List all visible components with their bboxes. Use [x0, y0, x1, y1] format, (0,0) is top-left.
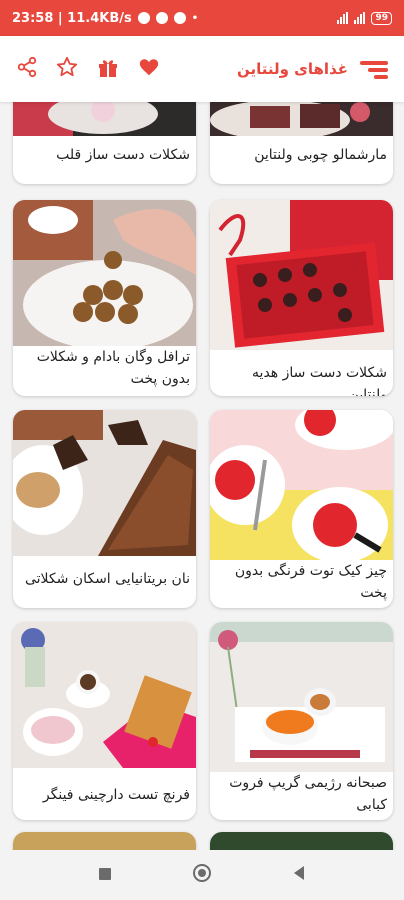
- notification-icon-2: [173, 12, 186, 24]
- share-icon[interactable]: [16, 56, 38, 82]
- recipe-card[interactable]: [13, 832, 196, 850]
- recipe-title: شکلات دست ساز هدیه ولنتاین: [252, 365, 387, 396]
- recipe-image: [13, 102, 196, 136]
- recipe-card[interactable]: ترافل وگان بادام و شکلات بدون پخت: [13, 200, 196, 396]
- gift-icon[interactable]: [96, 55, 120, 83]
- alarm-icon: [137, 12, 150, 24]
- recents-button[interactable]: [98, 866, 112, 885]
- recipe-card[interactable]: مارشمالو چوبی ولنتاین: [210, 102, 393, 184]
- recipe-title: چیز کیک توت فرنگی بدون پخت: [234, 563, 387, 601]
- recipe-card[interactable]: فرنچ تست دارچینی فینگر: [13, 622, 196, 820]
- recipe-title: فرنچ تست دارچینی فینگر: [42, 787, 190, 803]
- app-bar: غذاهای ولنتاین: [0, 36, 404, 102]
- recipe-card[interactable]: نان بریتانیایی اسکان شکلاتی: [13, 410, 196, 608]
- status-time: 23:58 | 11.4KB/s: [12, 10, 132, 26]
- recipe-image: [13, 832, 196, 850]
- recipe-card[interactable]: [210, 832, 393, 850]
- menu-icon[interactable]: [360, 59, 388, 79]
- recipe-image: [210, 832, 393, 850]
- recipe-card[interactable]: صبحانه رژیمی گریپ فروت کبابی: [210, 622, 393, 820]
- battery-indicator: 99: [371, 11, 392, 25]
- back-button[interactable]: [292, 865, 306, 885]
- recipe-card[interactable]: چیز کیک توت فرنگی بدون پخت: [210, 410, 393, 608]
- system-nav-bar: [0, 850, 404, 900]
- recipe-title: نان بریتانیایی اسکان شکلاتی: [24, 571, 190, 587]
- recipe-image: [13, 200, 196, 346]
- recipe-image: [13, 622, 196, 768]
- home-button[interactable]: [192, 863, 212, 887]
- recipe-title: مارشمالو چوبی ولنتاین: [254, 147, 387, 163]
- page-title: غذاهای ولنتاین: [236, 60, 348, 78]
- recipe-title: ترافل وگان بادام و شکلات بدون پخت: [36, 349, 190, 387]
- recipe-title: شکلات دست ساز قلب: [56, 147, 190, 163]
- signal-icon: [337, 12, 349, 24]
- recipe-image: [210, 410, 393, 560]
- recipe-image: [210, 622, 393, 772]
- heart-icon[interactable]: [138, 56, 160, 82]
- notification-icon: [155, 12, 168, 24]
- star-icon[interactable]: [56, 56, 78, 82]
- recipe-title: صبحانه رژیمی گریپ فروت کبابی: [229, 775, 387, 813]
- recipe-card[interactable]: شکلات دست ساز هدیه ولنتاین: [210, 200, 393, 396]
- recipe-grid[interactable]: مارشمالو چوبی ولنتاین شکلات دست ساز قلب: [0, 102, 404, 850]
- recipe-card[interactable]: شکلات دست ساز قلب: [13, 102, 196, 184]
- recipe-image: [210, 102, 393, 136]
- recipe-image: [210, 200, 393, 350]
- recipe-image: [13, 410, 196, 556]
- signal-icon-2: [354, 12, 366, 24]
- status-bar: 23:58 | 11.4KB/s • 99: [0, 0, 404, 36]
- more-icon: •: [191, 12, 199, 24]
